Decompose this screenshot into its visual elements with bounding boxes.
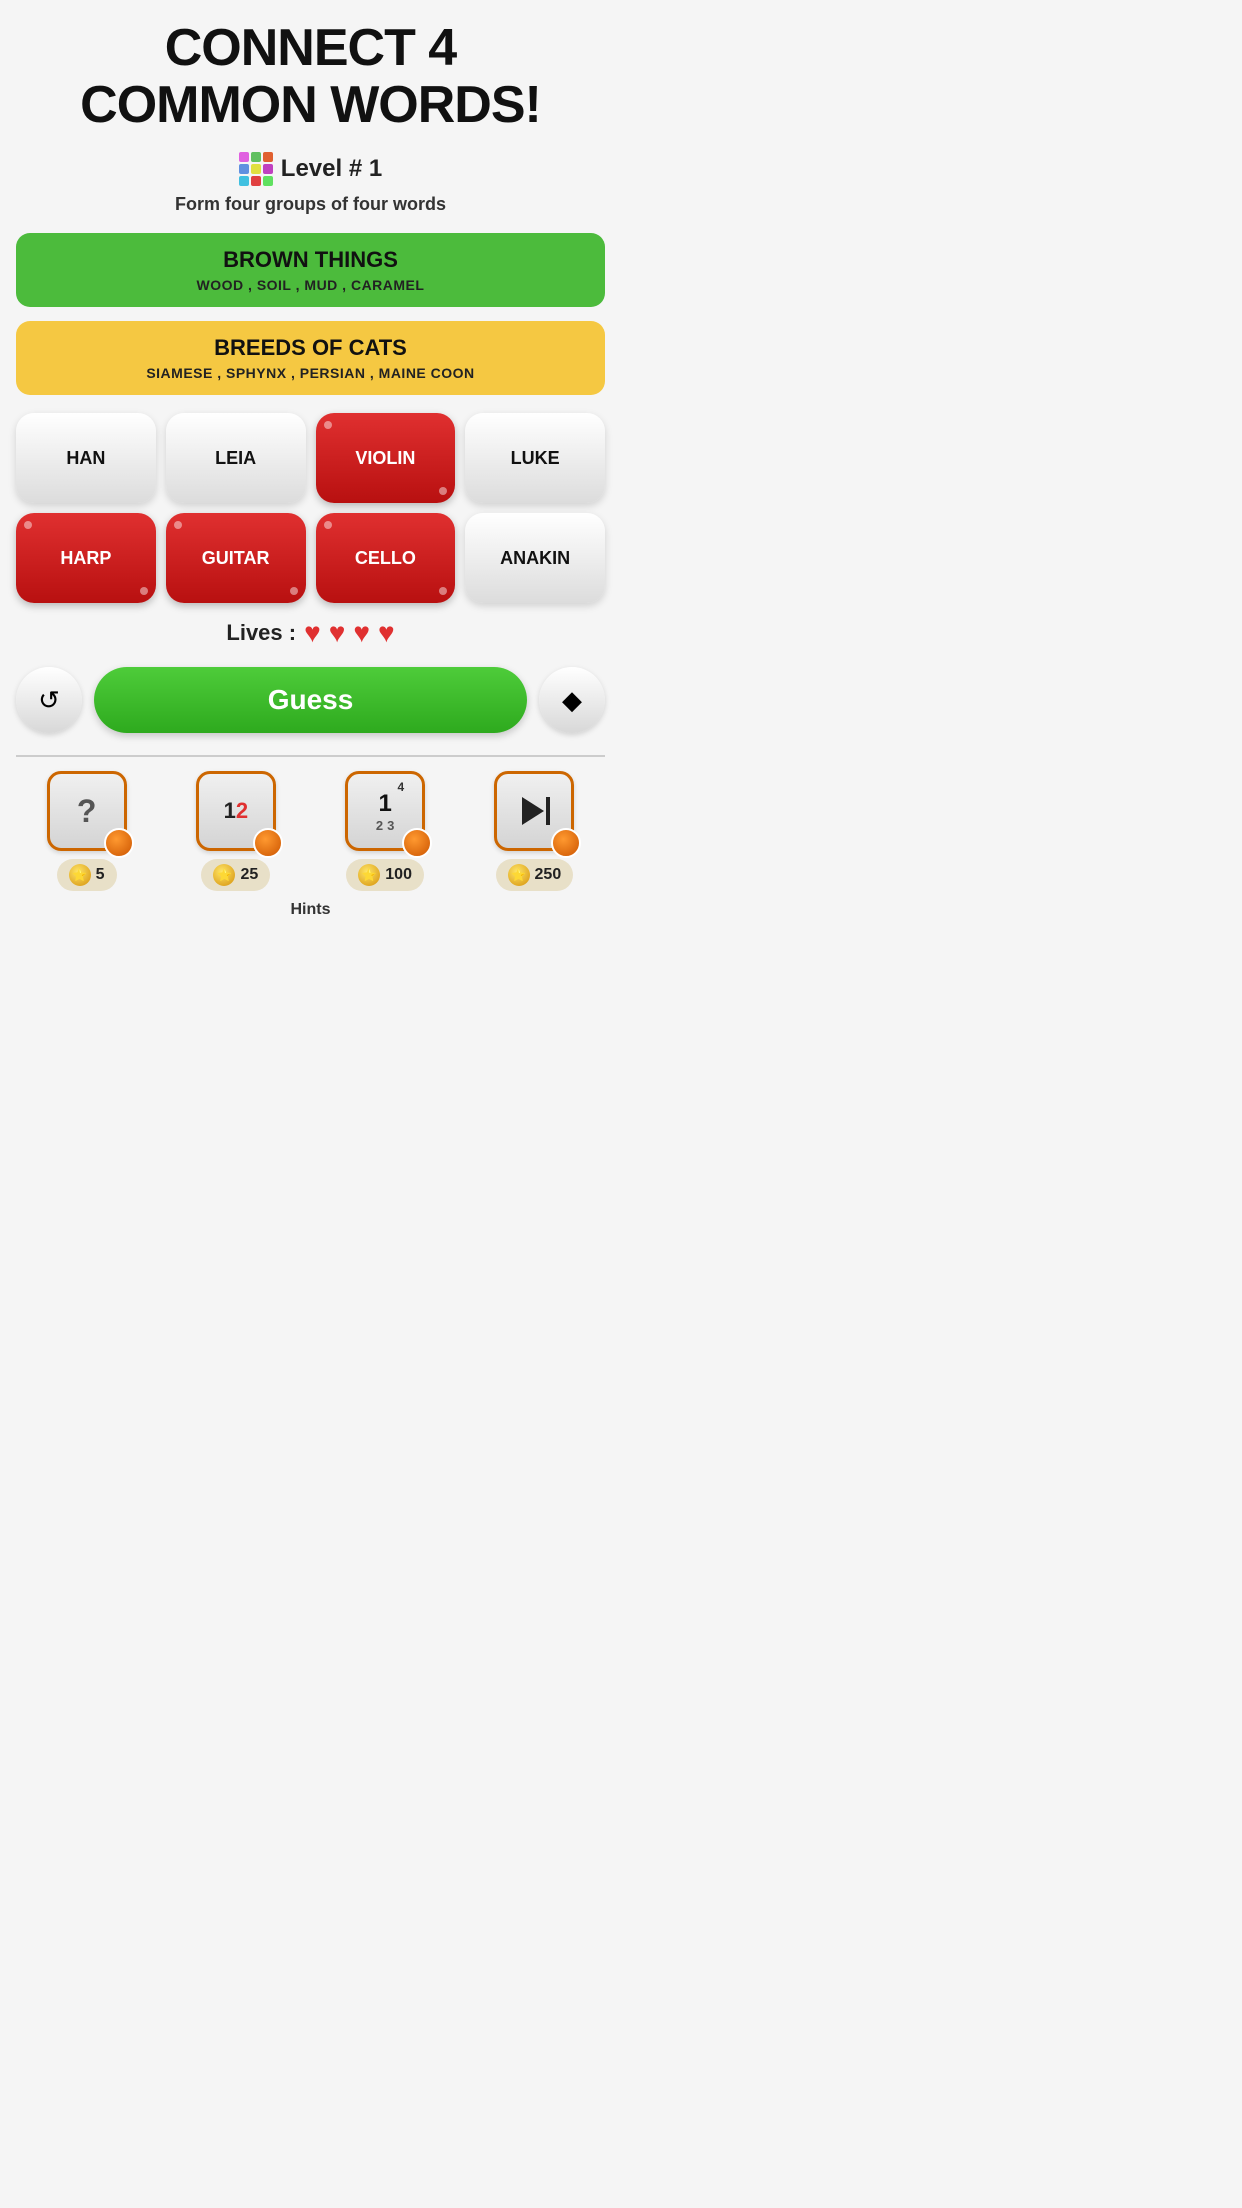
heart-3: ♥ [353, 617, 370, 649]
hint-item-order: 4 1 23 ⭐ 100 [315, 771, 456, 891]
hint-order-cost: ⭐ 100 [346, 859, 424, 891]
hint-question-cost: ⭐ 5 [57, 859, 117, 891]
hints-label: Hints [16, 901, 605, 919]
word-tile-luke[interactable]: LUKE [465, 413, 605, 503]
erase-button[interactable]: ◆ [539, 667, 605, 733]
erase-icon: ◆ [562, 685, 582, 716]
hints-row: ? ⭐ 5 1 2 ⭐ 25 4 [16, 771, 605, 891]
hint-swap-cost: ⭐ 25 [201, 859, 270, 891]
action-row: ↺ Guess ◆ [16, 667, 605, 733]
category-green-words: WOOD , SOIL , MUD , CARAMEL [36, 277, 585, 293]
heart-1: ♥ [304, 617, 321, 649]
hint-skip-button[interactable] [494, 771, 574, 851]
category-yellow-title: BREEDS OF CATS [36, 335, 585, 361]
hint-item-skip: ⭐ 250 [464, 771, 605, 891]
word-tile-anakin[interactable]: ANAKIN [465, 513, 605, 603]
word-tile-guitar[interactable]: GUITAR [166, 513, 306, 603]
coin-3: ⭐ [358, 864, 380, 886]
guess-button[interactable]: Guess [94, 667, 527, 733]
orange-dot-2 [253, 828, 283, 858]
hints-section: ? ⭐ 5 1 2 ⭐ 25 4 [16, 755, 605, 919]
hint-swap-button[interactable]: 1 2 [196, 771, 276, 851]
page-title: CONNECT 4COMMON WORDS! [80, 20, 541, 134]
order-numbers: 4 1 23 [376, 790, 394, 833]
level-row: Level # 1 [239, 152, 382, 186]
hint-item-question: ? ⭐ 5 [16, 771, 157, 891]
orange-dot-1 [104, 828, 134, 858]
category-green: BROWN THINGS WOOD , SOIL , MUD , CARAMEL [16, 233, 605, 307]
shuffle-button[interactable]: ↺ [16, 667, 82, 733]
lives-label: Lives : [226, 620, 296, 646]
lives-row: Lives : ♥ ♥ ♥ ♥ [226, 617, 394, 649]
word-tile-cello[interactable]: CELLO [316, 513, 456, 603]
word-tile-violin[interactable]: VIOLIN [316, 413, 456, 503]
grid-icon [239, 152, 273, 186]
word-tile-han[interactable]: HAN [16, 413, 156, 503]
hint-skip-cost: ⭐ 250 [496, 859, 574, 891]
hint-item-swap: 1 2 ⭐ 25 [165, 771, 306, 891]
level-label: Level # 1 [281, 155, 382, 183]
guess-label: Guess [268, 684, 354, 715]
orange-dot-4 [551, 828, 581, 858]
shuffle-icon: ↺ [38, 685, 60, 716]
coin-1: ⭐ [69, 864, 91, 886]
hint-question-button[interactable]: ? [47, 771, 127, 851]
hint-order-button[interactable]: 4 1 23 [345, 771, 425, 851]
subtitle: Form four groups of four words [175, 194, 446, 215]
coin-4: ⭐ [508, 864, 530, 886]
orange-dot-3 [402, 828, 432, 858]
skip-icon [518, 797, 550, 825]
heart-2: ♥ [329, 617, 346, 649]
category-yellow-words: SIAMESE , SPHYNX , PERSIAN , MAINE COON [36, 365, 585, 381]
heart-4: ♥ [378, 617, 395, 649]
word-tile-harp[interactable]: HARP [16, 513, 156, 603]
coin-2: ⭐ [213, 864, 235, 886]
word-tile-leia[interactable]: LEIA [166, 413, 306, 503]
category-green-title: BROWN THINGS [36, 247, 585, 273]
word-grid: HANLEIAVIOLINLUKE HARPGUITARCELLOANAKIN [16, 413, 605, 603]
category-yellow: BREEDS OF CATS SIAMESE , SPHYNX , PERSIA… [16, 321, 605, 395]
